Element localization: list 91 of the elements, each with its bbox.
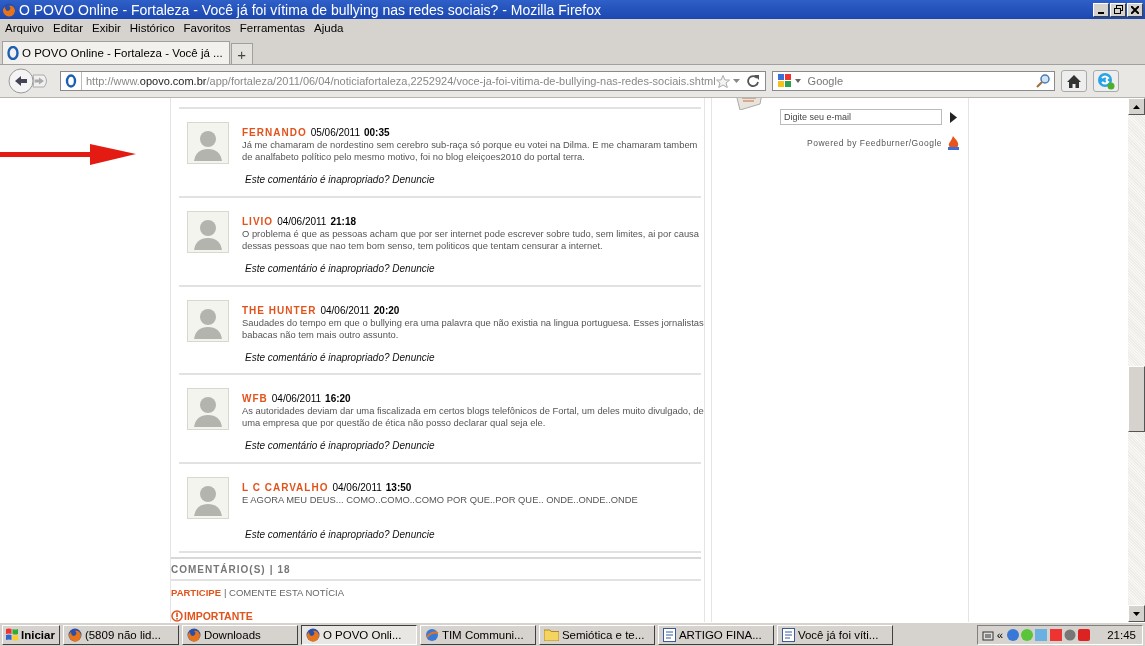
scrollbar-thumb[interactable] [1128, 366, 1145, 432]
comment-count: 18 [277, 564, 291, 576]
firefox-icon [67, 627, 82, 642]
search-engine-icon[interactable] [776, 73, 803, 89]
new-tab-button[interactable]: + [230, 43, 253, 64]
report-link[interactable]: Este comentário é inapropriado? Denuncie [245, 351, 435, 363]
window-title: O POVO Online - Fortaleza - Você já foi vítima de bullying nas redes sociais? - Mozilla Firefox [19, 1, 602, 18]
comment-time: 21:18 [330, 215, 356, 227]
comment-count-label: COMENTÁRIO(S) [171, 564, 266, 576]
powered-by-text: Powered by Feedburner/Google [807, 138, 942, 148]
menu-item[interactable]: Exibir [90, 22, 127, 34]
start-button[interactable]: Iniciar [2, 624, 60, 645]
home-button[interactable] [1060, 70, 1087, 92]
search-icon[interactable] [1035, 74, 1050, 88]
folder-icon [543, 628, 559, 641]
report-link[interactable]: Este comentário é inapropriado? Denuncie [245, 262, 435, 274]
menu-item[interactable]: Ajuda [312, 22, 350, 34]
commenter-name[interactable]: FERNANDO [242, 126, 307, 138]
chat-bubble-icon [1096, 72, 1115, 90]
scroll-up-icon[interactable] [1128, 98, 1145, 115]
comment-text: O problema é que as pessoas acham que por ser internet pode escrever sobre tudo, sem limites, ai por causa dessas pessoas que nao tem bom senso, tem politicos que tentam censurar a internet. [242, 227, 700, 253]
windows-logo-icon [5, 628, 19, 641]
taskbar-button[interactable]: (5809 não lid... [62, 624, 179, 645]
report-link[interactable]: Este comentário é inapropriado? Denuncie [245, 173, 435, 185]
comment-text: Já me chamaram de nordestino sem cerebro sub-raça só porque eu votei na Dilma. E me chamaram tambem de analfabeto político pelo mesmo motivo, foi no blog eleiçoes2010 do portal terra. [242, 138, 699, 164]
site-icon [65, 74, 77, 88]
keyboard-icon[interactable] [981, 628, 994, 641]
document-icon [662, 627, 676, 642]
commenter-name[interactable]: WFB [242, 393, 268, 405]
site-icon [7, 46, 19, 60]
participate-link[interactable]: PARTICIPE [171, 587, 221, 599]
comment-time: 20:20 [373, 304, 400, 316]
browser-tab[interactable]: O POVO Online - Fortaleza - Você já ... [2, 41, 230, 64]
firefox-icon [305, 627, 320, 642]
star-icon[interactable] [715, 74, 730, 88]
avatar-icon [187, 477, 229, 520]
commenter-name[interactable]: LIVIO [242, 215, 274, 227]
address-bar[interactable]: http://www.opovo.com.br/app/fortaleza/2011/06/04/noticiafortaleza,2252924/voce-ja-foi-vitima-de-bullying-nas-redes-sociais.shtml [60, 71, 766, 91]
taskbar-button[interactable]: Semiótica e te... [538, 624, 655, 645]
report-link[interactable]: Este comentário é inapropriado? Denuncie [245, 440, 435, 452]
clock: 21:45 [1107, 628, 1136, 641]
globe-icon [424, 627, 439, 642]
addon-button[interactable] [1092, 70, 1119, 92]
commenter-name[interactable]: THE HUNTER [242, 304, 317, 316]
menu-item[interactable]: Favoritos [181, 22, 237, 34]
firefox-icon [186, 627, 201, 642]
arrow-icon [0, 143, 136, 167]
comment-text: Saudades do tempo em que o bullying era uma palavra que não existia na lingua portuguesa. Esses jornalistas babacas não tem mais outro assunto. [242, 316, 704, 342]
flame-icon [947, 136, 960, 150]
scroll-down-icon[interactable] [1128, 605, 1145, 622]
search-field[interactable]: Google [771, 71, 1055, 91]
avatar-icon [187, 388, 229, 431]
home-icon [1066, 74, 1081, 88]
email-field[interactable]: Digite seu e-mail [780, 109, 942, 125]
comment-time: 13:50 [385, 482, 412, 494]
comment-date: 04/06/2011 [277, 215, 327, 227]
comment-text: E AGORA MEU DEUS... COMO..COMO..COMO POR QUE..POR QUE.. ONDE..ONDE..ONDE [242, 494, 639, 508]
important-heading: IMPORTANTE [184, 610, 253, 622]
tray-expand-button[interactable]: « [996, 628, 1004, 641]
comment-prompt: | COMENTE ESTA NOTÍCIA [223, 587, 344, 599]
restore-icon[interactable] [1110, 2, 1126, 17]
reload-icon[interactable] [744, 73, 761, 89]
commenter-name[interactable]: L C CARVALHO [242, 482, 329, 494]
menu-item[interactable]: Editar [51, 22, 90, 34]
comment-date: 04/06/2011 [271, 393, 322, 405]
taskbar-button[interactable]: Downloads [181, 624, 298, 645]
comment-date: 05/06/2011 [310, 126, 360, 138]
submit-arrow-icon[interactable] [950, 111, 957, 123]
separator-text: | [269, 564, 274, 576]
taskbar-button[interactable]: TIM Communi... [419, 624, 536, 645]
taskbar-button[interactable]: ARTIGO FINA... [657, 624, 774, 645]
warning-icon [171, 610, 183, 622]
comment-date: 04/06/2011 [320, 304, 370, 316]
minimize-icon[interactable] [1093, 2, 1109, 17]
report-link[interactable]: Este comentário é inapropriado? Denuncie [245, 529, 435, 541]
menu-item[interactable]: Ferramentas [237, 22, 312, 34]
menu-item[interactable]: Histórico [127, 22, 181, 34]
comment-time: 00:35 [364, 126, 390, 138]
taskbar-button[interactable]: Você já foi víti... [776, 624, 893, 645]
taskbar-button[interactable]: O POVO Onli... [300, 624, 417, 645]
avatar-icon [187, 299, 229, 342]
dropdown-icon[interactable] [732, 79, 740, 83]
comment-date: 04/06/2011 [332, 482, 382, 494]
menu-item[interactable]: Arquivo [3, 22, 50, 34]
comment-time: 16:20 [325, 393, 351, 405]
firefox-icon [2, 2, 16, 17]
avatar-icon [187, 121, 229, 164]
close-icon[interactable] [1127, 2, 1143, 17]
comment-text: As autoridades deviam dar uma fiscalizada em certos blogs telefônicos de Fortal, um deles muito divulgado, de uma empresa que por questão de ética não posso declarar qual seja ele. [242, 405, 704, 431]
document-icon [781, 627, 795, 642]
avatar-icon [187, 210, 229, 253]
